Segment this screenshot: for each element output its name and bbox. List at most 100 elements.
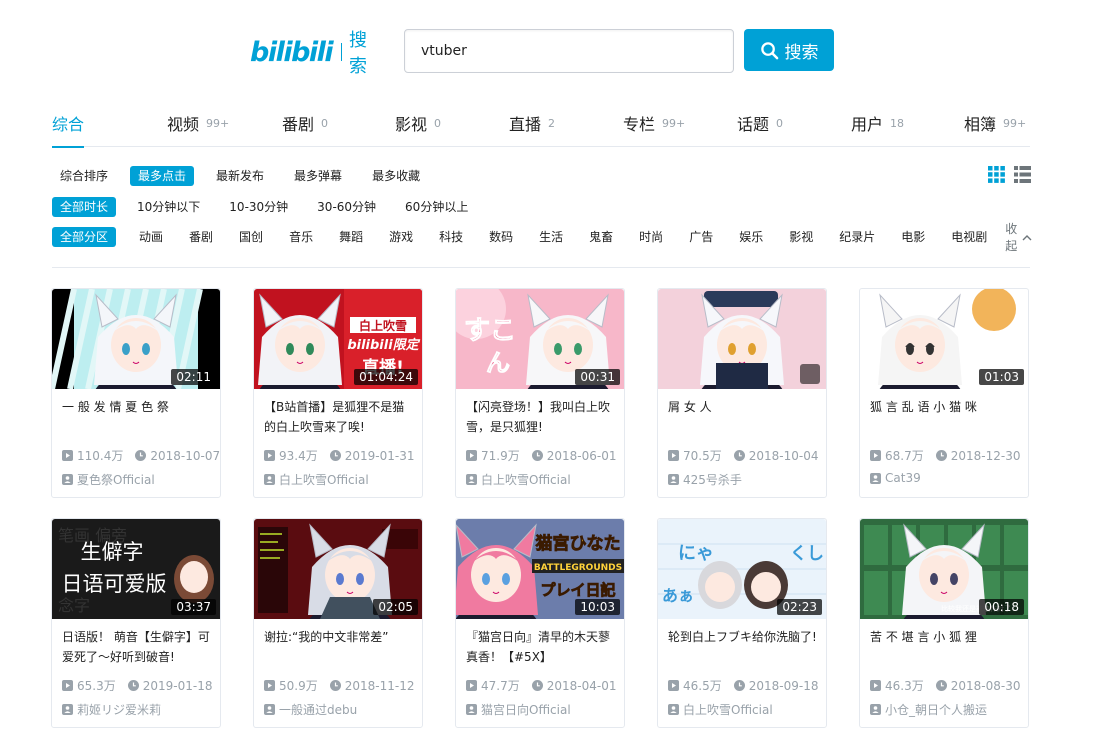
duration-filter-row: 全部时长 10分钟以下 10-30分钟 30-60分钟 60分钟以上 (52, 196, 489, 218)
tab-0[interactable]: 综合 (52, 99, 85, 148)
zone-filter-6[interactable]: 游戏 (381, 227, 421, 247)
watch-later-icon[interactable] (800, 364, 820, 384)
video-thumbnail[interactable]: 笔画 偏旁 念字 生僻字 日语可爱版 03:37 (52, 519, 220, 619)
video-card[interactable]: 白上吹雪 bilibili限定 直播! 01:04:24 【B站首播】是狐狸不是猫的白上… (253, 288, 423, 498)
order-filter-4[interactable]: 最多收藏 (364, 166, 428, 186)
duration-filter-3[interactable]: 30-60分钟 (309, 197, 384, 217)
zone-filter-17[interactable]: 电视剧 (943, 227, 995, 247)
duration-filter-0[interactable]: 全部时长 (52, 197, 117, 217)
video-title[interactable]: 日语版！ 萌音【生僻字】可爱死了～好听到破音! (62, 627, 214, 669)
view-count-value: 70.5万 (683, 449, 722, 463)
tab-count: 0 (434, 117, 442, 130)
duration-filter-1[interactable]: 10分钟以下 (129, 197, 208, 217)
video-card[interactable]: 02:05 谢拉:“我的中文非常差” 50.9万 2018-11-12 一般通过debu (253, 518, 423, 728)
uploader-link[interactable]: 夏色祭Official (62, 471, 155, 488)
video-thumbnail[interactable]: 猫宫ひなた BATTLEGROUNDS プレイ日記 10:03 (456, 519, 624, 619)
video-card[interactable]: 比较我还是被敬作对了 00:18 苦 不 堪 言 小 狐 狸 46.3万 2018-08… (859, 518, 1029, 728)
video-thumbnail[interactable]: 比较我还是被敬作对了 00:18 (860, 519, 1028, 619)
search-button[interactable]: 搜索 (744, 29, 834, 71)
zone-filter-4[interactable]: 音乐 (281, 227, 321, 247)
uploader-link[interactable]: Cat39 (870, 471, 921, 485)
search-type-tabs: 综合 视频 99+ 番剧 0 影视 0 直播 2 专栏 99+ 话题 0 用户 18 相簿 99+ (52, 99, 1030, 148)
tab-label: 相簿 (964, 115, 997, 134)
svg-text:白上吹雪: 白上吹雪 (359, 318, 407, 333)
video-thumbnail[interactable]: にゃ あぁ くし 02:23 (658, 519, 826, 619)
video-meta: 70.5万 2018-10-04 (668, 447, 830, 464)
uploader-name: 小仓_朝日个人搬运 (885, 703, 988, 717)
zone-filter-0[interactable]: 全部分区 (52, 227, 117, 247)
zone-filter-2[interactable]: 番剧 (181, 227, 221, 247)
video-duration: 03:37 (171, 599, 216, 615)
duration-filter-4[interactable]: 60分钟以上 (397, 197, 476, 217)
tab-8[interactable]: 相簿 99+ (964, 99, 1026, 147)
video-card[interactable]: すこん 00:31 【闪亮登场！】我叫白上吹雪，是只狐狸! 71.9万 2018-06-… (455, 288, 625, 498)
uploader-link[interactable]: 小仓_朝日个人搬运 (870, 701, 987, 718)
tab-6[interactable]: 话题 0 (737, 99, 783, 147)
tab-count: 18 (890, 117, 905, 130)
zone-filter-11[interactable]: 时尚 (631, 227, 671, 247)
search-input[interactable] (404, 29, 734, 73)
order-filter-3[interactable]: 最多弹幕 (286, 166, 350, 186)
video-thumbnail[interactable]: すこん 00:31 (456, 289, 624, 389)
zone-filter-14[interactable]: 影视 (781, 227, 821, 247)
tab-4[interactable]: 直播 2 (509, 99, 555, 147)
zone-filter-13[interactable]: 娱乐 (731, 227, 771, 247)
zone-filter-5[interactable]: 舞蹈 (331, 227, 371, 247)
video-card[interactable]: にゃ あぁ くし 02:23 轮到白上フブキ给你洗脑了! 46.5万 2018-09-18 白… (657, 518, 827, 728)
video-card[interactable]: 猫宫ひなた BATTLEGROUNDS プレイ日記 10:03 『猫宫日向』清早的木天蓼… (455, 518, 625, 728)
video-card[interactable]: 屑 女 人 70.5万 2018-10-04 425号杀手 (657, 288, 827, 498)
zone-filter-9[interactable]: 生活 (531, 227, 571, 247)
upload-date: 2018-04-01 (531, 679, 616, 693)
video-thumbnail[interactable]: 白上吹雪 bilibili限定 直播! 01:04:24 (254, 289, 422, 389)
video-title[interactable]: 苦 不 堪 言 小 狐 狸 (870, 627, 1022, 669)
svg-text:bilibili限定: bilibili限定 (347, 337, 420, 353)
video-card[interactable]: 笔画 偏旁 念字 生僻字 日语可爱版 03:37 日语版！ 萌音【生僻字】可爱死了～好听到… (51, 518, 221, 728)
uploader-link[interactable]: 一般通过debu (264, 701, 357, 718)
zone-filter-8[interactable]: 数码 (481, 227, 521, 247)
uploader-link[interactable]: 猫宫日向Official (466, 701, 571, 718)
zone-filter-16[interactable]: 电影 (893, 227, 933, 247)
video-title[interactable]: 轮到白上フブキ给你洗脑了! (668, 627, 820, 669)
zone-filter-7[interactable]: 科技 (431, 227, 471, 247)
uploader-link[interactable]: 425号杀手 (668, 471, 742, 488)
uploader-link[interactable]: 白上吹雪Official (466, 471, 571, 488)
collapse-toggle[interactable]: 收起 (1005, 220, 1032, 254)
order-filter-0[interactable]: 综合排序 (52, 166, 116, 186)
video-thumbnail[interactable]: 01:03 (860, 289, 1028, 389)
video-title[interactable]: 【B站首播】是狐狸不是猫的白上吹雪来了唉! (264, 397, 416, 439)
video-card[interactable]: 01:03 狐 言 乱 语 小 猫 咪 68.7万 2018-12-30 Cat39 (859, 288, 1029, 498)
play-count-icon (264, 450, 275, 461)
uploader-link[interactable]: 白上吹雪Official (668, 701, 773, 718)
grid-view-icon[interactable] (988, 166, 1005, 183)
tab-5[interactable]: 专栏 99+ (623, 99, 685, 147)
zone-filter-1[interactable]: 动画 (131, 227, 171, 247)
zone-filter-row: 全部分区 动画 番剧 国创 音乐 舞蹈 游戏 科技 数码 生活 鬼畜 时尚 广告 娱乐 影视 纪录片 电影 电视剧… (52, 222, 1032, 253)
zone-filter-12[interactable]: 广告 (681, 227, 721, 247)
video-thumbnail[interactable] (658, 289, 826, 389)
zone-filter-3[interactable]: 国创 (231, 227, 271, 247)
tab-1[interactable]: 视频 99+ (167, 99, 229, 147)
order-filter-2[interactable]: 最新发布 (208, 166, 272, 186)
list-view-icon[interactable] (1014, 166, 1031, 183)
zone-filter-15[interactable]: 纪录片 (831, 227, 883, 247)
bilibili-logo[interactable]: bilibili 搜索 (250, 30, 376, 77)
video-card[interactable]: 02:11 一 般 发 情 夏 色 祭 110.4万 2018-10-07 夏色祭Off… (51, 288, 221, 498)
video-title[interactable]: 屑 女 人 (668, 397, 820, 439)
svg-text:日语可爱版: 日语可爱版 (62, 572, 167, 596)
duration-filter-2[interactable]: 10-30分钟 (221, 197, 296, 217)
video-thumbnail[interactable]: 02:11 (52, 289, 220, 389)
tab-3[interactable]: 影视 0 (395, 99, 441, 147)
tab-2[interactable]: 番剧 0 (282, 99, 328, 147)
video-title[interactable]: 一 般 发 情 夏 色 祭 (62, 397, 214, 439)
uploader-link[interactable]: 白上吹雪Official (264, 471, 369, 488)
order-filter-1[interactable]: 最多点击 (130, 166, 195, 186)
video-title[interactable]: 谢拉:“我的中文非常差” (264, 627, 416, 669)
uploader-link[interactable]: 莉姬リジ爱米莉 (62, 701, 161, 718)
video-duration: 02:23 (777, 599, 822, 615)
video-title[interactable]: 【闪亮登场！】我叫白上吹雪，是只狐狸! (466, 397, 618, 439)
zone-filter-10[interactable]: 鬼畜 (581, 227, 621, 247)
video-thumbnail[interactable]: 02:05 (254, 519, 422, 619)
video-title[interactable]: 狐 言 乱 语 小 猫 咪 (870, 397, 1022, 439)
tab-7[interactable]: 用户 18 (851, 99, 904, 147)
video-title[interactable]: 『猫宫日向』清早的木天蓼真香！【#5X】 (466, 627, 618, 669)
